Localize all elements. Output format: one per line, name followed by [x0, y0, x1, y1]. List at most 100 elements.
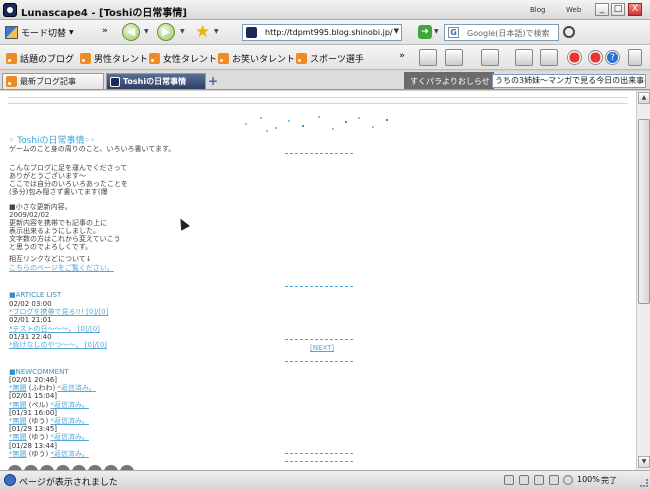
forward-arrow-icon: ▶ — [161, 25, 171, 38]
navigation-toolbar: モード切替 ▼ » ◀ ▼ ▶ ▼ ★ ▼ http://tdpmt995.bl… — [0, 20, 650, 45]
comment-status[interactable]: *返信済み。 — [57, 384, 96, 392]
next-page-link[interactable]: [NEXT] — [310, 344, 334, 352]
article-date: 01/31 22:40 — [9, 332, 52, 341]
mouse-cursor-icon — [176, 216, 190, 231]
bookmark-trending-blogs[interactable]: 話題のブログ — [6, 52, 74, 65]
site-favicon-icon — [110, 76, 120, 87]
comment-author: (ふわわ) — [26, 384, 58, 393]
comment-link[interactable]: *無題 — [9, 417, 27, 425]
zoom-magnifier-icon[interactable] — [563, 475, 573, 485]
bookmarks-overflow-chevron-icon[interactable]: » — [399, 51, 405, 61]
close-button[interactable]: X — [628, 3, 642, 16]
load-status: 完了 — [601, 476, 617, 485]
rss-feed-icon — [80, 53, 91, 64]
tab-label: 最新ブログ記事 — [20, 77, 76, 86]
mail-icon[interactable] — [549, 475, 559, 485]
bookmark-label: 話題のブログ — [20, 55, 75, 65]
scroll-down-icon[interactable]: ▼ — [638, 456, 650, 468]
article-link[interactable]: *テストの日〜〜〜。 [0]/[0] — [9, 325, 108, 333]
address-input[interactable]: http://tdpmt995.blog.shinobi.jp/ — [265, 28, 393, 37]
comment-author: (ペル) — [26, 400, 51, 409]
calendar-icon[interactable] — [481, 49, 499, 66]
back-history-dropdown-icon[interactable]: ▼ — [144, 28, 149, 35]
comment-status[interactable]: *返信済み。 — [50, 417, 89, 425]
grid-icon[interactable] — [540, 49, 558, 66]
maximize-button[interactable]: □ — [611, 3, 625, 16]
scroll-up-icon[interactable]: ▲ — [638, 92, 650, 104]
article-link[interactable]: *ブログを携帯で見る!!! [0]/[0] — [9, 308, 108, 316]
favorites-star-icon[interactable]: ★ — [195, 22, 210, 42]
web-link[interactable]: Web — [566, 6, 581, 14]
pen-icon[interactable] — [445, 49, 463, 66]
mode-switch-label: モード切替 — [21, 28, 67, 39]
minimize-button[interactable]: _ — [595, 3, 609, 16]
comment-status[interactable]: *返信済み。 — [50, 433, 89, 441]
bookmark-male-talent[interactable]: 男性タレント — [80, 52, 148, 65]
printer-icon[interactable] — [515, 49, 533, 66]
comment-link[interactable]: *無題 — [9, 450, 27, 458]
zoom-level[interactable]: 100% — [577, 475, 600, 484]
tab-toshi-blog[interactable]: Toshiの日常事情 — [106, 73, 206, 89]
bookmark-female-talent[interactable]: 女性タレント — [149, 52, 217, 65]
dashed-divider — [285, 361, 353, 362]
resize-grip-icon[interactable] — [640, 479, 648, 487]
popup-block-icon[interactable] — [519, 475, 529, 485]
dashed-divider — [285, 339, 353, 340]
comment-status[interactable]: *返信済み。 — [50, 450, 89, 458]
dashed-divider — [285, 286, 353, 287]
stop-icon[interactable] — [588, 50, 603, 65]
window-title: Lunascape4 - [Toshiの日常事情] — [21, 8, 188, 19]
blog-link[interactable]: Blog — [530, 6, 545, 14]
dashed-divider — [285, 453, 353, 454]
tools-icon[interactable] — [628, 49, 642, 66]
divider — [8, 97, 628, 98]
comment-list: [02/01 20:46] *無題 (ふわわ) *返信済み。 [02/01 15… — [9, 376, 96, 458]
article-list-heading: ■ARTICLE LIST — [9, 291, 62, 299]
comment-link[interactable]: *無題 — [9, 433, 27, 441]
forward-history-dropdown-icon[interactable]: ▼ — [180, 28, 185, 35]
magnifier-icon[interactable] — [563, 26, 575, 38]
title-bar: Lunascape4 - [Toshiの日常事情] Blog Web _ □ X — [0, 0, 650, 20]
lock-icon[interactable] — [534, 475, 544, 485]
comment-entry: *無題 (ゆう) *返信済み。 — [9, 433, 96, 441]
help-red-icon[interactable] — [567, 50, 582, 65]
toolbar-overflow-chevron-icon[interactable]: » — [102, 26, 108, 36]
comment-link[interactable]: *無題 — [9, 384, 27, 392]
tab-latest-blog-articles[interactable]: 最新ブログ記事 — [2, 73, 104, 89]
search-input[interactable]: Google(日本語)で検索 — [467, 28, 549, 39]
go-dropdown-icon[interactable]: ▼ — [434, 28, 439, 35]
comment-status[interactable]: *返信済み。 — [50, 401, 89, 409]
help-icon[interactable]: ? — [605, 50, 620, 65]
page-content: ◦ Toshiの日常事情◦◦ ゲームのこと身の周りのこと、いろいろ書いてます。 … — [0, 91, 636, 470]
go-arrow-icon: ➜ — [421, 27, 429, 37]
comment-link[interactable]: *無題 — [9, 401, 27, 409]
go-button[interactable]: ➜ — [418, 25, 432, 39]
ticker-select[interactable]: うちの3姉妹〜マンガで見る今日の出来事〜 — [492, 74, 646, 88]
bookmark-comedians[interactable]: お笑いタレント — [218, 52, 295, 65]
comment-entry: *無題 (ゆう) *返信済み。 — [9, 450, 96, 458]
article-date: 02/01 21:01 — [9, 316, 52, 325]
article-link[interactable]: *負けなしのやつ〜〜。 [0]/[0] — [9, 341, 108, 349]
update-note: ■小さな更新内容。 2009/02/02 更新内容を携帯でも記事の上に 表示出来… — [9, 203, 121, 251]
article-date: 02/02 03:00 — [9, 300, 52, 308]
blog-intro: こんなブログに足を運んでくださって ありがとうございます～ ここでは自分のいろい… — [9, 164, 128, 196]
vertical-scrollbar[interactable]: ▲ ▼ — [636, 91, 650, 470]
new-comment-heading: ■NEWCOMMENT — [9, 368, 69, 376]
mode-switch-button[interactable]: モード切替 ▼ — [5, 24, 74, 40]
rss-feed-icon — [6, 53, 17, 64]
comment-author: (ゆう) — [26, 449, 51, 458]
link-policy-link[interactable]: こちらのページをご覧ください。 — [9, 264, 114, 272]
back-button[interactable]: ◀ — [122, 23, 140, 41]
bookmark-athletes[interactable]: スポーツ選手 — [296, 52, 364, 65]
scrollbar-thumb[interactable] — [638, 119, 650, 304]
window-icon[interactable] — [419, 49, 437, 66]
google-search-engine-icon[interactable]: G — [448, 27, 459, 38]
address-dropdown-icon[interactable]: ▼ — [394, 27, 399, 35]
security-icon[interactable] — [504, 475, 514, 485]
forward-button[interactable]: ▶ — [157, 23, 175, 41]
favorites-dropdown-icon[interactable]: ▼ — [214, 28, 219, 35]
bookmark-label: 女性タレント — [163, 55, 218, 65]
address-bar[interactable]: http://tdpmt995.blog.shinobi.jp/ ▼ — [242, 24, 402, 41]
search-box[interactable]: G Google(日本語)で検索 — [444, 24, 559, 41]
new-tab-plus-icon[interactable]: + — [208, 74, 218, 88]
